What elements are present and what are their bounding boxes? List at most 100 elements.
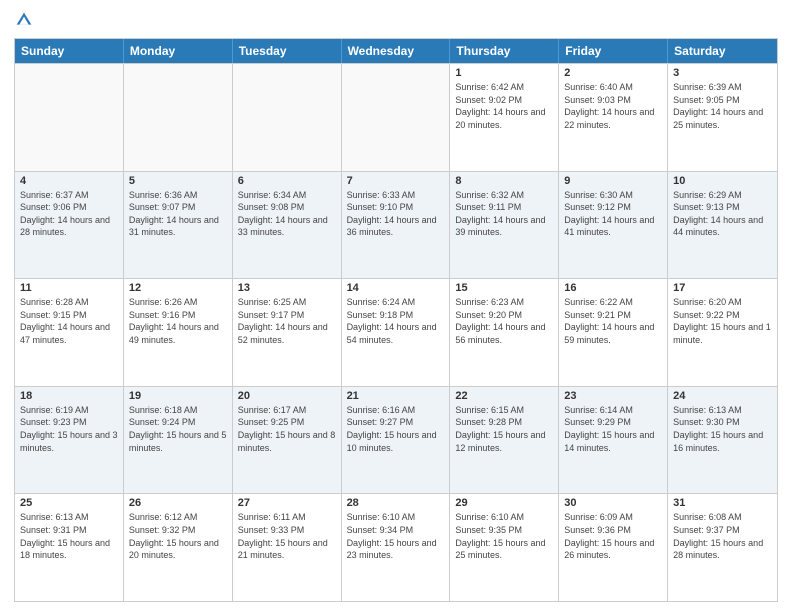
day-number: 1 [455,67,553,79]
header-day-tuesday: Tuesday [233,39,342,63]
day-cell-24: 24 Sunrise: 6:13 AM Sunset: 9:30 PM Dayli… [668,387,777,494]
day-number: 21 [347,390,445,402]
calendar: SundayMondayTuesdayWednesdayThursdayFrid… [14,38,778,602]
day-number: 24 [673,390,772,402]
day-info: Sunrise: 6:36 AM Sunset: 9:07 PM Dayligh… [129,189,227,239]
day-info: Sunrise: 6:30 AM Sunset: 9:12 PM Dayligh… [564,189,662,239]
day-number: 8 [455,175,553,187]
day-number: 13 [238,282,336,294]
day-cell-6: 6Sunrise: 6:34 AM Sunset: 9:08 PM Daylig… [233,172,342,279]
day-number: 22 [455,390,553,402]
day-cell-12: 12 Sunrise: 6:26 AM Sunset: 9:16 PM Dayli… [124,279,233,386]
day-info: Sunrise: 6:24 AM Sunset: 9:18 PM Dayligh… [347,296,445,346]
day-cell-22: 22 Sunrise: 6:15 AM Sunset: 9:28 PM Dayli… [450,387,559,494]
calendar-row-4: 25Sunrise: 6:13 AM Sunset: 9:31 PM Dayli… [15,493,777,601]
day-number: 11 [20,282,118,294]
header-day-saturday: Saturday [668,39,777,63]
day-cell-27: 27 Sunrise: 6:11 AM Sunset: 9:33 PM Dayli… [233,494,342,601]
day-info: Sunrise: 6:13 AM Sunset: 9:30 PM Dayligh… [673,404,772,454]
day-number: 30 [564,497,662,509]
day-cell-3: 3 Sunrise: 6:39 AM Sunset: 9:05 PM Daylig… [668,64,777,171]
logo-icon [14,10,34,30]
day-number: 23 [564,390,662,402]
day-cell-13: 13 Sunrise: 6:25 AM Sunset: 9:17 PM Dayli… [233,279,342,386]
calendar-body: 1 Sunrise: 6:42 AM Sunset: 9:02 PM Daylig… [15,63,777,601]
day-info: Sunrise: 6:37 AM Sunset: 9:06 PM Dayligh… [20,189,118,239]
day-cell-29: 29Sunrise: 6:10 AM Sunset: 9:35 PM Dayli… [450,494,559,601]
day-cell-10: 10 Sunrise: 6:29 AM Sunset: 9:13 PM Dayli… [668,172,777,279]
day-cell-1: 1 Sunrise: 6:42 AM Sunset: 9:02 PM Daylig… [450,64,559,171]
day-number: 26 [129,497,227,509]
day-info: Sunrise: 6:32 AM Sunset: 9:11 PM Dayligh… [455,189,553,239]
page: SundayMondayTuesdayWednesdayThursdayFrid… [0,0,792,612]
day-cell-23: 23 Sunrise: 6:14 AM Sunset: 9:29 PM Dayli… [559,387,668,494]
empty-cell [342,64,451,171]
day-info: Sunrise: 6:11 AM Sunset: 9:33 PM Dayligh… [238,511,336,561]
day-info: Sunrise: 6:19 AM Sunset: 9:23 PM Dayligh… [20,404,118,454]
day-cell-2: 2Sunrise: 6:40 AM Sunset: 9:03 PM Daylig… [559,64,668,171]
day-info: Sunrise: 6:14 AM Sunset: 9:29 PM Dayligh… [564,404,662,454]
day-number: 15 [455,282,553,294]
day-info: Sunrise: 6:16 AM Sunset: 9:27 PM Dayligh… [347,404,445,454]
day-info: Sunrise: 6:18 AM Sunset: 9:24 PM Dayligh… [129,404,227,454]
day-number: 12 [129,282,227,294]
day-number: 20 [238,390,336,402]
day-cell-17: 17 Sunrise: 6:20 AM Sunset: 9:22 PM Dayli… [668,279,777,386]
day-number: 25 [20,497,118,509]
day-number: 27 [238,497,336,509]
empty-cell [124,64,233,171]
day-info: Sunrise: 6:25 AM Sunset: 9:17 PM Dayligh… [238,296,336,346]
day-info: Sunrise: 6:28 AM Sunset: 9:15 PM Dayligh… [20,296,118,346]
day-cell-25: 25Sunrise: 6:13 AM Sunset: 9:31 PM Dayli… [15,494,124,601]
day-info: Sunrise: 6:39 AM Sunset: 9:05 PM Dayligh… [673,81,772,131]
day-number: 17 [673,282,772,294]
day-cell-5: 5 Sunrise: 6:36 AM Sunset: 9:07 PM Daylig… [124,172,233,279]
day-cell-18: 18 Sunrise: 6:19 AM Sunset: 9:23 PM Dayli… [15,387,124,494]
day-cell-4: 4 Sunrise: 6:37 AM Sunset: 9:06 PM Daylig… [15,172,124,279]
header-day-wednesday: Wednesday [342,39,451,63]
day-cell-21: 21 Sunrise: 6:16 AM Sunset: 9:27 PM Dayli… [342,387,451,494]
day-number: 7 [347,175,445,187]
calendar-row-0: 1 Sunrise: 6:42 AM Sunset: 9:02 PM Daylig… [15,63,777,171]
calendar-header: SundayMondayTuesdayWednesdayThursdayFrid… [15,39,777,63]
day-info: Sunrise: 6:17 AM Sunset: 9:25 PM Dayligh… [238,404,336,454]
day-number: 28 [347,497,445,509]
day-cell-28: 28 Sunrise: 6:10 AM Sunset: 9:34 PM Dayli… [342,494,451,601]
day-number: 18 [20,390,118,402]
day-info: Sunrise: 6:22 AM Sunset: 9:21 PM Dayligh… [564,296,662,346]
day-cell-30: 30 Sunrise: 6:09 AM Sunset: 9:36 PM Dayli… [559,494,668,601]
day-info: Sunrise: 6:09 AM Sunset: 9:36 PM Dayligh… [564,511,662,561]
day-number: 31 [673,497,772,509]
day-cell-11: 11 Sunrise: 6:28 AM Sunset: 9:15 PM Dayli… [15,279,124,386]
day-info: Sunrise: 6:10 AM Sunset: 9:34 PM Dayligh… [347,511,445,561]
day-info: Sunrise: 6:42 AM Sunset: 9:02 PM Dayligh… [455,81,553,131]
header-day-thursday: Thursday [450,39,559,63]
day-number: 6 [238,175,336,187]
day-info: Sunrise: 6:33 AM Sunset: 9:10 PM Dayligh… [347,189,445,239]
day-info: Sunrise: 6:23 AM Sunset: 9:20 PM Dayligh… [455,296,553,346]
day-info: Sunrise: 6:10 AM Sunset: 9:35 PM Dayligh… [455,511,553,561]
day-info: Sunrise: 6:26 AM Sunset: 9:16 PM Dayligh… [129,296,227,346]
calendar-row-2: 11 Sunrise: 6:28 AM Sunset: 9:15 PM Dayli… [15,278,777,386]
header-day-sunday: Sunday [15,39,124,63]
day-cell-14: 14Sunrise: 6:24 AM Sunset: 9:18 PM Dayli… [342,279,451,386]
day-number: 4 [20,175,118,187]
day-info: Sunrise: 6:40 AM Sunset: 9:03 PM Dayligh… [564,81,662,131]
day-cell-7: 7 Sunrise: 6:33 AM Sunset: 9:10 PM Daylig… [342,172,451,279]
calendar-row-3: 18 Sunrise: 6:19 AM Sunset: 9:23 PM Dayli… [15,386,777,494]
day-info: Sunrise: 6:15 AM Sunset: 9:28 PM Dayligh… [455,404,553,454]
empty-cell [233,64,342,171]
day-number: 19 [129,390,227,402]
day-info: Sunrise: 6:12 AM Sunset: 9:32 PM Dayligh… [129,511,227,561]
day-info: Sunrise: 6:20 AM Sunset: 9:22 PM Dayligh… [673,296,772,346]
day-number: 3 [673,67,772,79]
header-day-monday: Monday [124,39,233,63]
header [14,10,778,30]
day-cell-19: 19 Sunrise: 6:18 AM Sunset: 9:24 PM Dayli… [124,387,233,494]
day-cell-16: 16Sunrise: 6:22 AM Sunset: 9:21 PM Dayli… [559,279,668,386]
day-number: 10 [673,175,772,187]
day-info: Sunrise: 6:29 AM Sunset: 9:13 PM Dayligh… [673,189,772,239]
calendar-row-1: 4 Sunrise: 6:37 AM Sunset: 9:06 PM Daylig… [15,171,777,279]
day-cell-20: 20 Sunrise: 6:17 AM Sunset: 9:25 PM Dayli… [233,387,342,494]
day-number: 5 [129,175,227,187]
